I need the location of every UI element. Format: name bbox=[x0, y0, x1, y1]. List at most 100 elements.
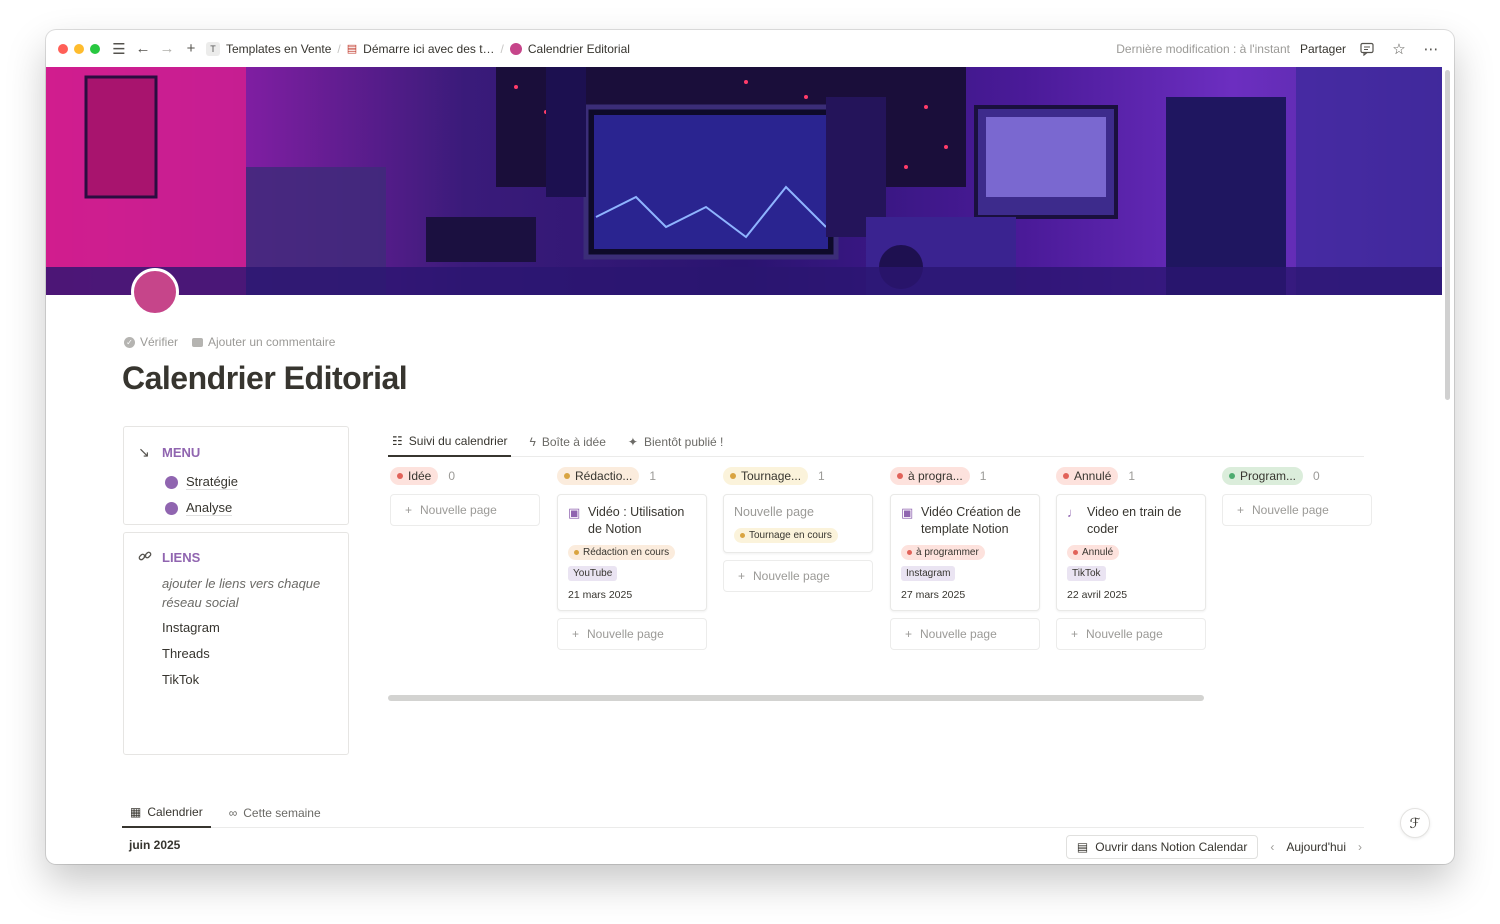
new-page-button[interactable]: + Nouvelle page bbox=[723, 560, 873, 592]
card-title: Nouvelle page bbox=[734, 505, 814, 519]
column-count: 1 bbox=[979, 469, 987, 483]
view-tabs: ☷ Suivi du calendrier ϟ Boîte à idée ✦ B… bbox=[388, 427, 1364, 457]
column-count: 1 bbox=[649, 469, 657, 483]
new-page-button[interactable]: + Nouvelle page bbox=[1056, 618, 1206, 650]
zoom-window-button[interactable] bbox=[90, 43, 100, 54]
new-page-button[interactable]: + Nouvelle page bbox=[557, 618, 707, 650]
column-count: 0 bbox=[448, 469, 456, 483]
tab-calendrier[interactable]: ▦ Calendrier bbox=[122, 798, 211, 828]
board-column-idee: Idée 0 + Nouvelle page bbox=[390, 466, 540, 526]
more-options-icon[interactable]: ⋯ bbox=[1420, 38, 1442, 60]
status-tag-label: Tournage en cours bbox=[749, 530, 832, 541]
open-in-notion-calendar-button[interactable]: ▤ Ouvrir dans Notion Calendar bbox=[1065, 835, 1259, 859]
links-callout: LIENS ajouter le liens vers chaque résea… bbox=[123, 532, 349, 755]
tab-bientot-publie[interactable]: ✦ Bientôt publié ! bbox=[624, 427, 727, 457]
purple-circle-icon bbox=[165, 475, 178, 489]
purple-circle-icon bbox=[165, 501, 178, 515]
breadcrumb-demarre[interactable]: ▤ Démarre ici avec des t… bbox=[343, 42, 499, 56]
menu-item-label: Stratégie bbox=[186, 474, 239, 490]
tab-suivi-du-calendrier[interactable]: ☷ Suivi du calendrier bbox=[388, 427, 512, 457]
video-clapper-icon: ▣ bbox=[901, 505, 914, 520]
plus-icon: + bbox=[405, 503, 413, 517]
today-button[interactable]: Aujourd'hui bbox=[1286, 840, 1346, 854]
menu-item-analyse[interactable]: Analyse bbox=[165, 495, 348, 521]
new-page-button[interactable]: + Nouvelle page bbox=[1222, 494, 1372, 526]
column-label: à progra... bbox=[908, 469, 963, 483]
menu-item-strategie[interactable]: Stratégie bbox=[165, 469, 348, 495]
platform-tag: Instagram bbox=[901, 566, 956, 581]
comments-icon[interactable] bbox=[1356, 38, 1378, 60]
pink-circle-icon bbox=[509, 42, 522, 55]
new-page-button[interactable]: + Nouvelle page bbox=[890, 618, 1040, 650]
board-card[interactable]: ▣ Vidéo Création de template Notion à pro… bbox=[890, 494, 1040, 611]
page-icon-pink-circle[interactable] bbox=[131, 268, 179, 316]
column-header[interactable]: Rédactio... 1 bbox=[557, 466, 707, 486]
share-button[interactable]: Partager bbox=[1300, 42, 1346, 56]
calendar-view-tabs: ▦ Calendrier ∞ Cette semaine bbox=[122, 798, 1364, 828]
column-header[interactable]: Idée 0 bbox=[390, 466, 540, 486]
status-tag: Tournage en cours bbox=[734, 528, 838, 543]
column-header[interactable]: Tournage... 1 bbox=[723, 466, 873, 486]
column-header[interactable]: Annulé 1 bbox=[1056, 466, 1206, 486]
calendar-month-label: juin 2025 bbox=[129, 838, 181, 852]
link-instagram[interactable]: Instagram bbox=[162, 615, 348, 641]
tab-label: Bientôt publié ! bbox=[643, 435, 724, 449]
app-window: ☰ ← → + T Templates en Vente / ▤ Démarre… bbox=[46, 30, 1454, 864]
top-bar: ☰ ← → + T Templates en Vente / ▤ Démarre… bbox=[46, 30, 1454, 67]
arrow-down-right-icon: ↘ bbox=[138, 444, 150, 460]
checklist-icon: ☷ bbox=[392, 434, 403, 448]
plus-icon: + bbox=[1237, 503, 1245, 517]
cover-image[interactable] bbox=[46, 67, 1442, 295]
verify-label: Vérifier bbox=[140, 335, 179, 349]
card-title: Video en train de coder bbox=[1087, 505, 1182, 536]
next-chevron-icon[interactable]: › bbox=[1358, 840, 1362, 854]
status-tag-label: à programmer bbox=[916, 547, 979, 558]
breadcrumb-separator: / bbox=[337, 41, 341, 56]
board-card[interactable]: Nouvelle page Tournage en cours bbox=[723, 494, 873, 553]
notion-ai-help-icon[interactable]: ℱ bbox=[1400, 808, 1430, 838]
column-label: Program... bbox=[1240, 469, 1297, 483]
board-column-annule: Annulé 1 ♩ Video en train de coder Annulé… bbox=[1056, 466, 1206, 650]
new-page-button[interactable]: + Nouvelle page bbox=[390, 494, 540, 526]
column-header[interactable]: à progra... 1 bbox=[890, 466, 1040, 486]
binoculars-icon: ∞ bbox=[228, 806, 238, 820]
verify-button[interactable]: ✓ Vérifier bbox=[124, 335, 178, 349]
close-window-button[interactable] bbox=[58, 43, 68, 54]
back-arrow-icon[interactable]: ← bbox=[132, 38, 154, 60]
page-actions: ✓ Vérifier Ajouter un commentaire bbox=[124, 335, 335, 349]
plus-icon: + bbox=[905, 627, 913, 641]
forward-arrow-icon[interactable]: → bbox=[156, 38, 178, 60]
status-pill: Tournage... bbox=[723, 467, 809, 485]
link-tiktok[interactable]: TikTok bbox=[162, 667, 348, 693]
breadcrumb-label: Calendrier Editorial bbox=[527, 41, 630, 56]
status-tag-label: Rédaction en cours bbox=[583, 547, 670, 558]
breadcrumb-separator: / bbox=[500, 41, 504, 56]
new-page-plus-icon[interactable]: + bbox=[180, 38, 202, 60]
column-header[interactable]: Program... 0 bbox=[1222, 466, 1372, 486]
breadcrumb-calendrier[interactable]: Calendrier Editorial bbox=[506, 42, 634, 56]
favorite-star-icon[interactable]: ☆ bbox=[1388, 38, 1410, 60]
board-card[interactable]: ♩ Video en train de coder Annulé TikTok 2… bbox=[1056, 494, 1206, 611]
new-page-label: Nouvelle page bbox=[420, 503, 497, 517]
tab-cette-semaine[interactable]: ∞ Cette semaine bbox=[221, 798, 329, 828]
minimize-window-button[interactable] bbox=[74, 43, 84, 54]
vertical-scrollbar[interactable] bbox=[1445, 70, 1450, 400]
board-card[interactable]: ▣ Vidéo : Utilisation de Notion Rédaction… bbox=[557, 494, 707, 611]
add-comment-button[interactable]: Ajouter un commentaire bbox=[192, 335, 335, 349]
breadcrumb-label: Démarre ici avec des t… bbox=[363, 41, 495, 56]
board-column-programme: Program... 0 + Nouvelle page bbox=[1222, 466, 1372, 526]
breadcrumb-templates[interactable]: T Templates en Vente bbox=[202, 41, 335, 56]
card-date: 27 mars 2025 bbox=[901, 589, 966, 601]
board-horizontal-scrollbar[interactable] bbox=[388, 695, 1204, 701]
previous-chevron-icon[interactable]: ‹ bbox=[1270, 840, 1274, 854]
status-tag: Annulé bbox=[1067, 545, 1120, 560]
tab-label: Calendrier bbox=[147, 805, 203, 819]
board-column-a-programmer: à progra... 1 ▣ Vidéo Création de templat… bbox=[890, 466, 1040, 650]
video-clapper-icon: ▣ bbox=[568, 505, 581, 520]
status-tag: Rédaction en cours bbox=[568, 545, 676, 560]
tab-boite-a-idee[interactable]: ϟ Boîte à idée bbox=[525, 427, 609, 457]
menu-icon[interactable]: ☰ bbox=[108, 38, 130, 60]
link-threads[interactable]: Threads bbox=[162, 641, 348, 667]
window-controls bbox=[58, 43, 100, 54]
page-title[interactable]: Calendrier Editorial bbox=[122, 360, 408, 397]
